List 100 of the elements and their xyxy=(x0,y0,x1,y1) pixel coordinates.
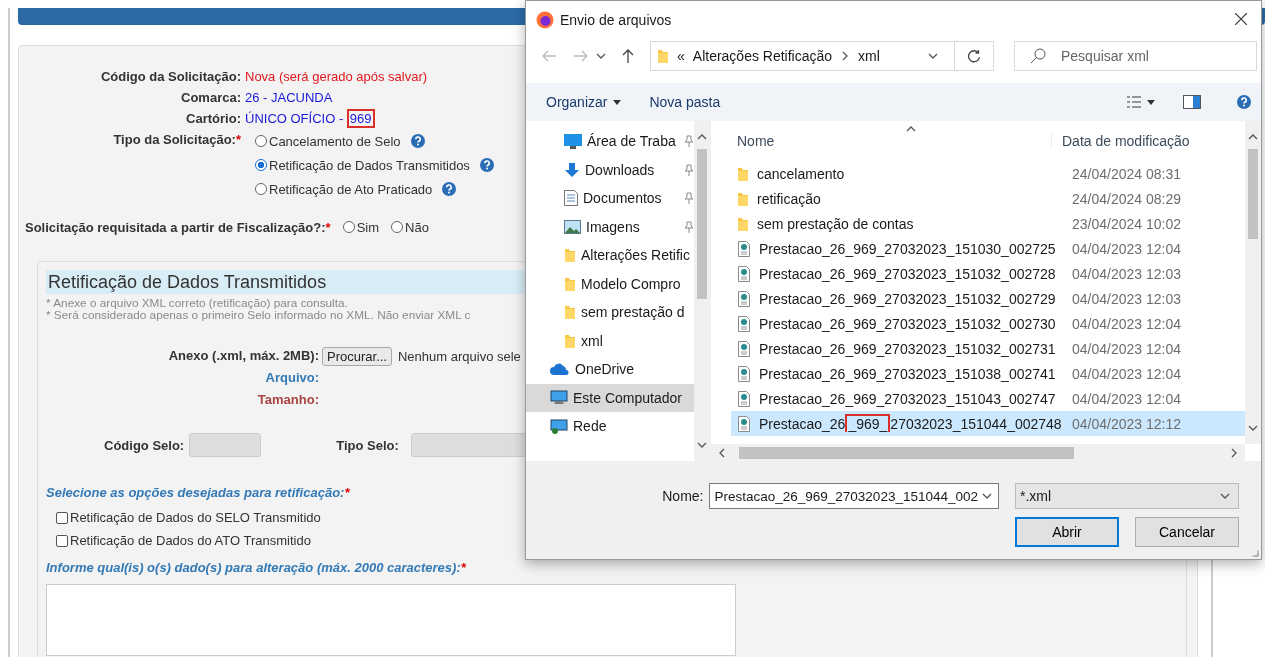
view-button[interactable] xyxy=(1127,95,1155,109)
scroll-left-icon[interactable] xyxy=(717,447,727,458)
path-overflow[interactable]: « xyxy=(677,48,685,64)
file-row[interactable]: cancelamento 24/04/2024 08:31 xyxy=(731,161,1245,186)
help-icon[interactable] xyxy=(1237,95,1251,109)
network-icon xyxy=(550,418,568,434)
caret-icon[interactable] xyxy=(596,51,606,61)
dropdown-icon[interactable] xyxy=(927,51,938,61)
scrollbar[interactable] xyxy=(694,121,710,461)
path-segment[interactable]: xml xyxy=(858,48,880,64)
nav-item[interactable]: Documentos xyxy=(526,184,694,213)
radio-label: Retificação de Dados Transmitidos xyxy=(269,156,470,175)
file-row[interactable]: sem prestação de contas 23/04/2024 10:02 xyxy=(731,211,1245,236)
file-row[interactable]: retificação 24/04/2024 08:29 xyxy=(731,186,1245,211)
scroll-right-icon[interactable] xyxy=(1229,447,1239,458)
help-icon[interactable] xyxy=(410,134,425,148)
scroll-down-icon[interactable] xyxy=(1248,423,1258,433)
pin-icon[interactable] xyxy=(684,163,694,176)
radio-button[interactable] xyxy=(255,135,267,147)
pin-icon[interactable] xyxy=(684,192,694,205)
dropdown-icon[interactable] xyxy=(982,491,992,501)
file-date: 04/04/2023 12:04 xyxy=(1071,365,1182,382)
file-row[interactable]: Prestacao_26_969_27032023_151038_002741 04/04/2023 12:04 xyxy=(731,361,1245,386)
dropdown-icon[interactable] xyxy=(1220,491,1230,501)
file-name: Prestacao_26_969_27032023_151032_002731 xyxy=(759,340,1056,357)
field-value: Nova (será gerado após salvar) xyxy=(245,69,428,84)
scrollbar-thumb[interactable] xyxy=(1248,149,1258,239)
column-header[interactable]: Nome xyxy=(711,133,1051,149)
file-type-dropdown[interactable]: *.xml xyxy=(1015,483,1239,509)
pin-icon[interactable] xyxy=(684,220,694,233)
scrollbar[interactable] xyxy=(1245,121,1261,444)
file-row[interactable]: Prestacao_26_969_27032023_151032_002731 04/04/2023 12:04 xyxy=(731,336,1245,361)
file-date: 04/04/2023 12:04 xyxy=(1071,340,1182,357)
input-field[interactable] xyxy=(189,433,262,457)
nav-item[interactable]: Área de Traba xyxy=(526,127,694,156)
scroll-up-icon[interactable] xyxy=(1248,132,1258,142)
nav-item[interactable]: Imagens xyxy=(526,212,694,241)
required-mark: * xyxy=(344,485,350,500)
file-row[interactable]: Prestacao_26 _969_ 27032023_151044_002748 04/04/2023 12:12 xyxy=(731,411,1245,436)
radio-button[interactable] xyxy=(255,183,267,195)
radio-button[interactable] xyxy=(255,159,267,171)
close-icon xyxy=(1235,12,1247,25)
file-row[interactable]: Prestacao_26_969_27032023_151043_002747 04/04/2023 12:04 xyxy=(731,386,1245,411)
help-icon[interactable] xyxy=(479,158,494,172)
radio-button[interactable] xyxy=(342,221,355,233)
document-icon xyxy=(737,390,751,407)
file-row[interactable]: Prestacao_26_969_27032023_151032_002730 04/04/2023 12:04 xyxy=(731,311,1245,336)
pin-icon[interactable] xyxy=(684,135,694,148)
nav-item[interactable]: Este Computador xyxy=(526,383,694,412)
new-folder-button[interactable]: Nova pasta xyxy=(649,94,721,110)
resize-grip-icon[interactable] xyxy=(1251,549,1259,557)
file-status: Nenhum arquivo sele xyxy=(397,348,521,364)
horizontal-scrollbar[interactable] xyxy=(711,444,1245,461)
nav-item[interactable]: xml xyxy=(526,326,694,355)
file-date: 24/04/2024 08:29 xyxy=(1071,190,1182,207)
path-segment[interactable]: Alterações Retificação xyxy=(692,48,833,64)
file-row[interactable]: Prestacao_26_969_27032023_151030_002725 04/04/2023 12:04 xyxy=(731,236,1245,261)
folder-icon xyxy=(737,165,749,182)
nav-item[interactable]: OneDrive xyxy=(526,355,694,384)
dialog-button[interactable]: Abrir xyxy=(1015,517,1119,547)
organize-button[interactable]: Organizar xyxy=(546,94,622,110)
nav-item[interactable]: Rede xyxy=(526,412,694,441)
note-text: * Anexe o arquivo XML correto (retificação) para consulta. xyxy=(46,297,348,309)
field-label: Tamanho: xyxy=(256,391,319,409)
up-button[interactable] xyxy=(620,47,636,65)
radio-button[interactable] xyxy=(391,221,403,233)
checkbox[interactable] xyxy=(56,534,68,547)
list-view-icon xyxy=(1127,95,1141,109)
file-date: 24/04/2024 08:31 xyxy=(1071,165,1182,182)
address-bar[interactable]: « Alterações Retificação xml xyxy=(650,41,955,71)
nav-item[interactable]: Downloads xyxy=(526,155,694,184)
preview-pane-icon[interactable] xyxy=(1183,95,1201,109)
checkbox-label: Retificação de Dados do ATO Transmitido xyxy=(70,533,311,548)
checkbox[interactable] xyxy=(56,511,68,524)
search-icon xyxy=(1030,48,1046,64)
file-name: Prestacao_26_969_27032023_151043_002747 xyxy=(759,390,1056,407)
file-name: Prestacao_26_969_27032023_151032_002730 xyxy=(759,315,1056,332)
refresh-button[interactable] xyxy=(954,41,994,71)
scroll-down-icon[interactable] xyxy=(697,440,707,450)
search-field[interactable]: Pesquisar xml xyxy=(1014,41,1257,71)
file-date: 04/04/2023 12:04 xyxy=(1071,315,1182,332)
required-mark: * xyxy=(325,219,331,235)
field-label: Arquivo: xyxy=(264,369,319,387)
browse-button[interactable]: Procurar... xyxy=(322,346,392,366)
field-value: 26 - JACUNDA xyxy=(245,90,333,105)
scroll-up-icon[interactable] xyxy=(697,132,707,142)
dialog-button[interactable]: Cancelar xyxy=(1135,517,1239,547)
document-icon xyxy=(737,365,751,382)
nav-item[interactable]: sem prestação d xyxy=(526,298,694,327)
field-label: Cartório: xyxy=(185,110,241,128)
file-name-field[interactable]: Prestacao_26_969_27032023_151044_002 xyxy=(709,483,999,509)
radio-label: Cancelamento de Selo xyxy=(269,132,401,151)
highlight-box: _969_ xyxy=(845,413,891,432)
sort-caret-icon[interactable] xyxy=(906,124,916,134)
scrollbar-thumb[interactable] xyxy=(697,149,707,299)
help-icon[interactable] xyxy=(442,182,457,196)
scrollbar-thumb[interactable] xyxy=(739,446,1074,459)
nav-item[interactable]: Alterações Retific xyxy=(526,241,694,270)
document-icon xyxy=(737,415,751,432)
field-label: Solicitação requisitada a partir de Fiscalização?: xyxy=(25,219,326,235)
